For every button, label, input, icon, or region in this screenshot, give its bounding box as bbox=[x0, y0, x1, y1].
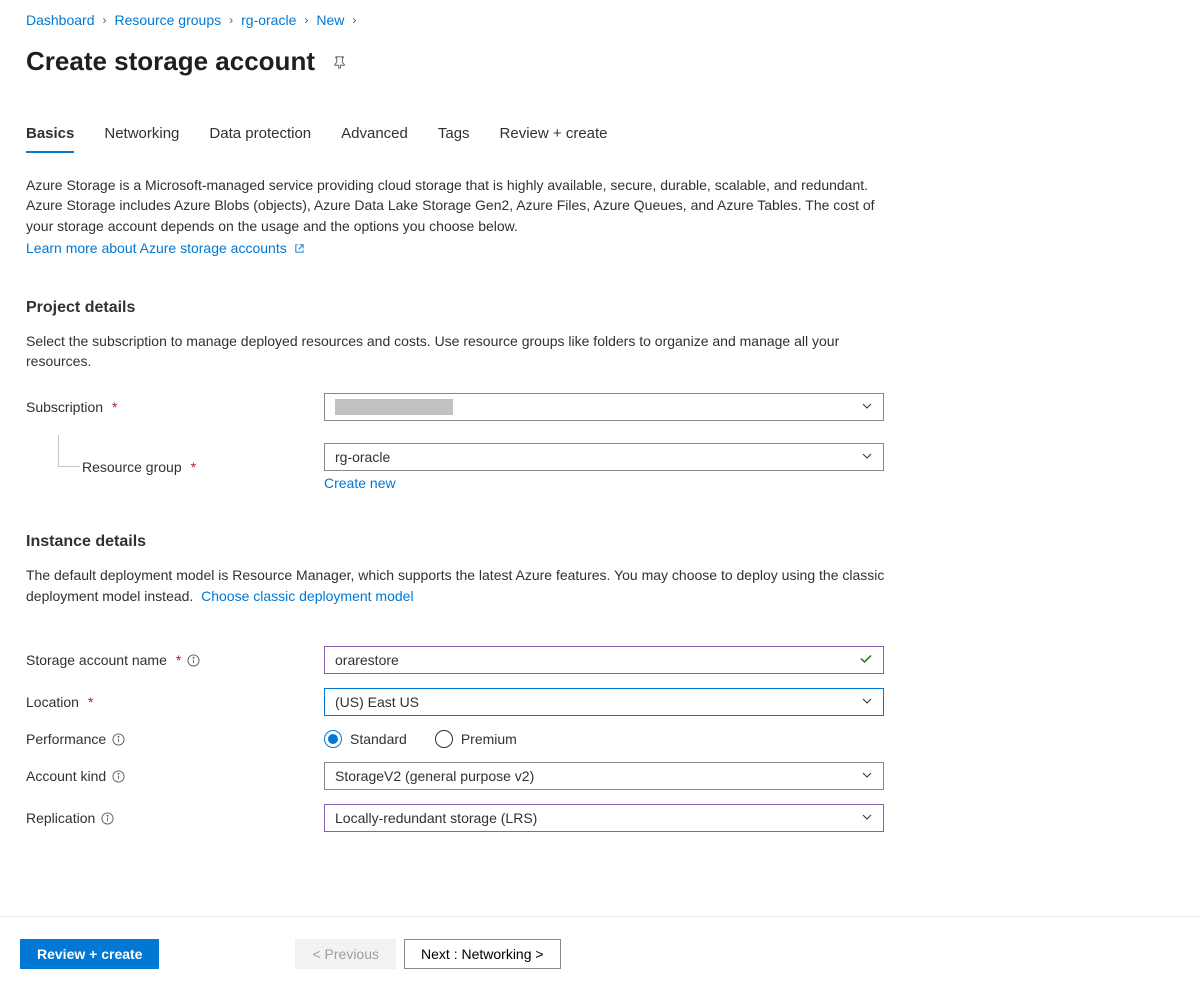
hierarchy-elbow-icon bbox=[58, 435, 80, 467]
tab-data-protection[interactable]: Data protection bbox=[209, 125, 311, 152]
tab-basics[interactable]: Basics bbox=[26, 125, 74, 152]
instance-details-description: The default deployment model is Resource… bbox=[26, 565, 896, 606]
replication-dropdown[interactable]: Locally-redundant storage (LRS) bbox=[324, 804, 884, 832]
performance-label: Performance bbox=[26, 731, 106, 747]
tab-tags[interactable]: Tags bbox=[438, 125, 470, 152]
required-asterisk: * bbox=[112, 399, 117, 415]
breadcrumb: Dashboard › Resource groups › rg-oracle … bbox=[26, 12, 1170, 28]
required-asterisk: * bbox=[191, 459, 196, 475]
radio-circle-selected-icon bbox=[324, 730, 342, 748]
next-button[interactable]: Next : Networking > bbox=[404, 939, 561, 969]
replication-label: Replication bbox=[26, 810, 95, 826]
storage-account-name-value: orarestore bbox=[335, 652, 399, 668]
chevron-down-icon bbox=[861, 399, 873, 415]
chevron-right-icon: › bbox=[352, 13, 356, 27]
redacted-value bbox=[335, 399, 453, 415]
chevron-down-icon bbox=[861, 449, 873, 465]
chevron-right-icon: › bbox=[304, 13, 308, 27]
tab-networking[interactable]: Networking bbox=[104, 125, 179, 152]
instance-details-heading: Instance details bbox=[26, 533, 1170, 551]
performance-radio-group: Standard Premium bbox=[324, 730, 884, 748]
learn-more-link[interactable]: Learn more about Azure storage accounts bbox=[26, 240, 305, 256]
previous-button: < Previous bbox=[295, 939, 396, 969]
chevron-down-icon bbox=[861, 810, 873, 826]
checkmark-icon bbox=[859, 652, 873, 669]
learn-more-link-text: Learn more about Azure storage accounts bbox=[26, 240, 287, 256]
info-icon[interactable] bbox=[101, 812, 114, 825]
review-create-button[interactable]: Review + create bbox=[20, 939, 159, 969]
performance-radio-standard[interactable]: Standard bbox=[324, 730, 407, 748]
storage-account-name-input[interactable]: orarestore bbox=[324, 646, 884, 674]
info-icon[interactable] bbox=[187, 654, 200, 667]
account-kind-label: Account kind bbox=[26, 768, 106, 784]
tab-review-create[interactable]: Review + create bbox=[500, 125, 608, 152]
resource-group-label: Resource group bbox=[82, 459, 182, 475]
replication-value: Locally-redundant storage (LRS) bbox=[335, 810, 537, 826]
create-new-link[interactable]: Create new bbox=[324, 475, 884, 491]
subscription-label: Subscription bbox=[26, 399, 103, 415]
tab-advanced[interactable]: Advanced bbox=[341, 125, 408, 152]
breadcrumb-item-dashboard[interactable]: Dashboard bbox=[26, 12, 95, 28]
chevron-right-icon: › bbox=[103, 13, 107, 27]
resource-group-value: rg-oracle bbox=[335, 449, 390, 465]
performance-standard-label: Standard bbox=[350, 731, 407, 747]
required-asterisk: * bbox=[176, 652, 181, 668]
breadcrumb-item-new[interactable]: New bbox=[316, 12, 344, 28]
classic-deployment-link[interactable]: Choose classic deployment model bbox=[201, 588, 413, 604]
storage-account-name-label: Storage account name bbox=[26, 652, 167, 668]
pin-icon[interactable] bbox=[333, 54, 348, 69]
tabs: Basics Networking Data protection Advanc… bbox=[26, 125, 1170, 153]
intro-description: Azure Storage is a Microsoft-managed ser… bbox=[26, 175, 896, 236]
page-title: Create storage account bbox=[26, 46, 315, 77]
chevron-down-icon bbox=[861, 768, 873, 784]
breadcrumb-item-rg-oracle[interactable]: rg-oracle bbox=[241, 12, 296, 28]
project-details-description: Select the subscription to manage deploy… bbox=[26, 331, 896, 372]
footer-bar: Review + create < Previous Next : Networ… bbox=[0, 916, 1200, 991]
chevron-down-icon bbox=[861, 694, 873, 710]
instance-details-description-text: The default deployment model is Resource… bbox=[26, 567, 884, 603]
chevron-right-icon: › bbox=[229, 13, 233, 27]
location-value: (US) East US bbox=[335, 694, 419, 710]
performance-radio-premium[interactable]: Premium bbox=[435, 730, 517, 748]
info-icon[interactable] bbox=[112, 770, 125, 783]
performance-premium-label: Premium bbox=[461, 731, 517, 747]
project-details-heading: Project details bbox=[26, 299, 1170, 317]
required-asterisk: * bbox=[88, 694, 93, 710]
location-dropdown[interactable]: (US) East US bbox=[324, 688, 884, 716]
info-icon[interactable] bbox=[112, 733, 125, 746]
account-kind-dropdown[interactable]: StorageV2 (general purpose v2) bbox=[324, 762, 884, 790]
account-kind-value: StorageV2 (general purpose v2) bbox=[335, 768, 534, 784]
resource-group-dropdown[interactable]: rg-oracle bbox=[324, 443, 884, 471]
subscription-dropdown[interactable] bbox=[324, 393, 884, 421]
breadcrumb-item-resource-groups[interactable]: Resource groups bbox=[115, 12, 222, 28]
location-label: Location bbox=[26, 694, 79, 710]
external-link-icon bbox=[294, 241, 305, 257]
radio-circle-icon bbox=[435, 730, 453, 748]
